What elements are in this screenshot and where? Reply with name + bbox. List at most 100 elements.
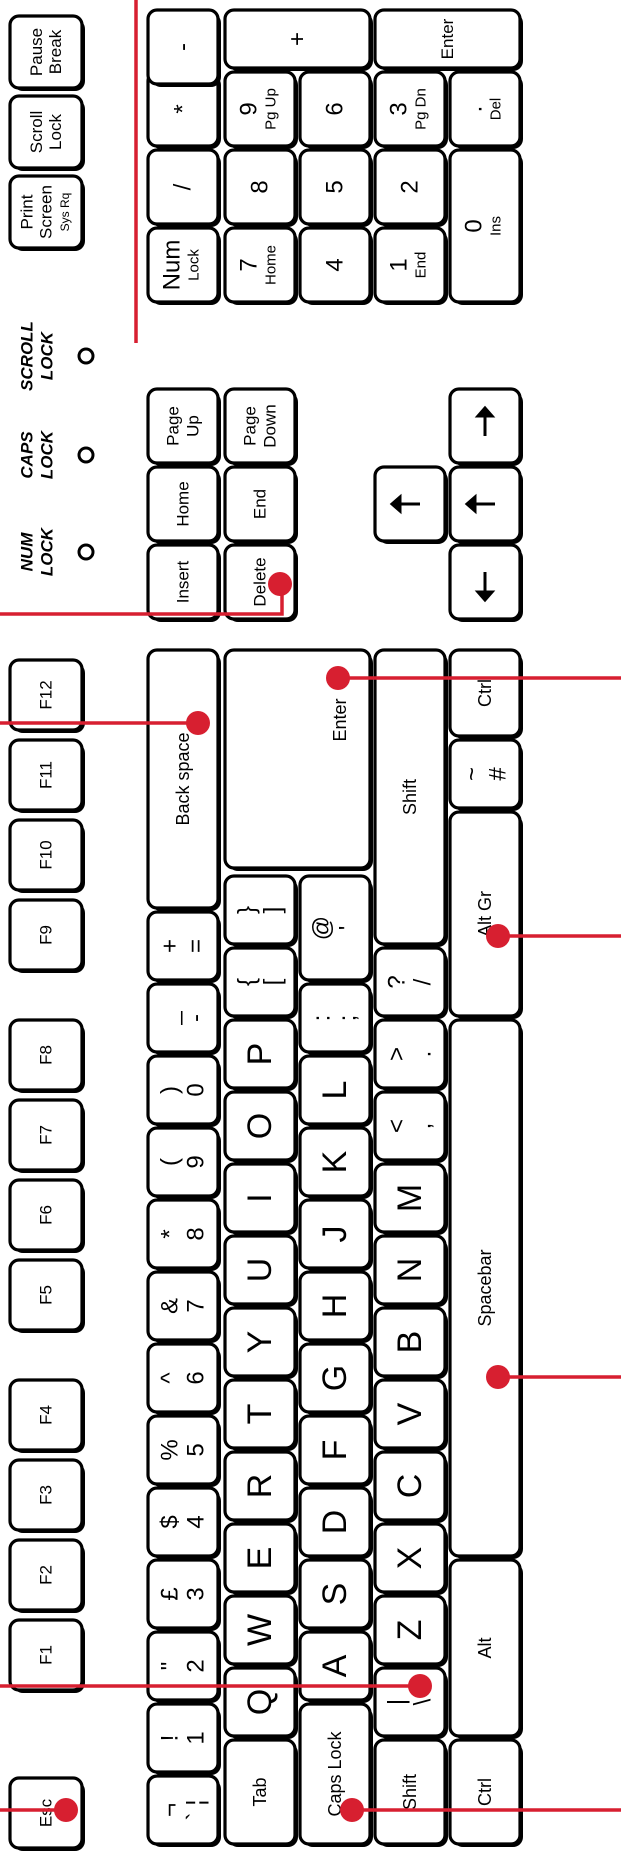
key-lbracket-bottom: [ [260,978,287,985]
key-backspace-label: Back space [173,732,193,825]
key-divide: / [146,148,221,227]
key-1-top: ! [157,1735,184,1742]
key-y-label: Y [241,1331,279,1354]
key-i-label: I [241,1193,279,1202]
key-p: P [223,1018,298,1091]
key-arrow-left [373,465,448,544]
key-num9: 9 Pg Up [223,70,298,149]
key-tab: Tab [223,1738,298,1847]
f5-label: F5 [37,1285,56,1305]
key-print-screen: Print Screen Sys Rq [8,174,85,251]
key-period-bottom: . [410,1051,437,1058]
key-num0: 0 Ins [448,148,523,305]
esc-label: Esc [37,1798,56,1827]
key-d: D [298,1486,373,1559]
key-slash: ? / [373,946,448,1019]
key-num9-label: 9 [236,102,263,115]
key-b: B [373,1306,448,1379]
key-a-label: A [316,1654,354,1677]
scroll-lock-label: Lock [46,114,65,150]
key-period: >. [373,1018,448,1091]
key-backslash-bottom: \ [410,1698,437,1705]
key-space-label: Spacebar [475,1249,495,1326]
f1-label: F1 [37,1645,56,1665]
key-altgr: Alt Gr [448,810,523,1019]
key-f9: F9 [8,898,85,973]
key-9: (9 [146,1126,221,1199]
f3-label: F3 [37,1485,56,1505]
key-end-label: End [251,489,270,519]
key-9-top: ( [157,1158,184,1166]
key-add-label: + [284,32,311,46]
scroll-lock-indicator-label: LOCK [38,330,57,380]
f11-label: F11 [37,761,56,789]
key-tab-label: Tab [250,1777,270,1806]
key-alt-label: Alt [475,1637,495,1658]
key-o: O [223,1090,298,1163]
key-m: M [373,1162,448,1235]
scroll-lock-label: Scroll [27,111,46,154]
key-page-down: Page Down [223,387,298,466]
key-x-label: X [391,1547,429,1570]
key-v: V [373,1378,448,1451]
key-k-label: K [316,1150,354,1173]
key-comma-top: < [384,1119,411,1133]
callout-caps-dot [340,1798,364,1822]
key-minus-bottom: - [183,1014,210,1022]
key-d-label: D [316,1510,354,1535]
key-h: H [298,1270,373,1343]
key-num2-label: 2 [397,180,424,193]
key-3: £3 [146,1558,221,1631]
key-num5: 5 [298,148,373,227]
key-q: Q [223,1666,298,1739]
key-lbracket: {[ [223,946,298,1019]
key-0: ) 0 [146,1054,221,1127]
key-f3: F3 [8,1458,85,1533]
key-decimal-label: Del [488,98,505,121]
key-lshift: Shift [373,1738,448,1847]
key-backslash-top: | [384,1699,411,1705]
key-comma: <, [373,1090,448,1163]
key-0-top: ) [157,1086,184,1094]
key-m-label: M [391,1184,429,1212]
callout-esc-dot [54,1798,78,1822]
key-num2: 2 [373,148,448,227]
print-screen-label: Screen [37,185,56,239]
key-f11: F11 [8,738,85,813]
key-8: * 8 [146,1198,221,1271]
key-subtract: - [146,8,221,87]
key-arrow-right [448,543,523,622]
key-f-label: F [316,1440,354,1461]
key-enter: Enter [223,648,373,871]
key-minus-top: _ [157,1011,184,1026]
num-lock-indicator-label: LOCK [38,526,57,576]
key-6-top: ^ [157,1372,184,1384]
key-hash-top: ~ [459,767,486,781]
key-rshift-label: Shift [400,779,420,815]
indicator-caps-lock: CAPS LOCK [18,429,95,479]
key-f: F [298,1414,373,1487]
key-decimal-label: . [461,106,488,113]
key-num8: 8 [223,148,298,227]
key-rbracket: }] [223,874,298,947]
key-i: I [223,1162,298,1235]
key-l: L [298,1054,373,1127]
key-caps: Caps Lock [298,1702,373,1847]
key-num3-label: Pg Dn [413,88,430,130]
keyboard-svg: EscF1F2F3F4F5F6F7F8F9F10F11F12Pause Break… [0,0,621,1851]
key-num-lock: Num Lock [146,226,221,305]
key-num-enter: Enter [373,8,523,71]
key-s: S [298,1558,373,1631]
key-t-label: T [241,1404,279,1425]
key-num1: 1 End [373,226,448,305]
key-backtick-bottom: ` ¦ [183,1800,210,1821]
key-num4-label: 4 [322,258,349,271]
key-num7: 7 Home [223,226,298,305]
key-backtick: ¬ ` ¦ [146,1774,221,1847]
indicator-light [77,543,95,561]
indicator-light [77,347,95,365]
key-o-label: O [241,1113,279,1139]
key-4-bottom: 4 [183,1515,210,1528]
key-semicolon-bottom: ; [335,1015,362,1022]
key-hash-bottom: # [485,767,512,781]
